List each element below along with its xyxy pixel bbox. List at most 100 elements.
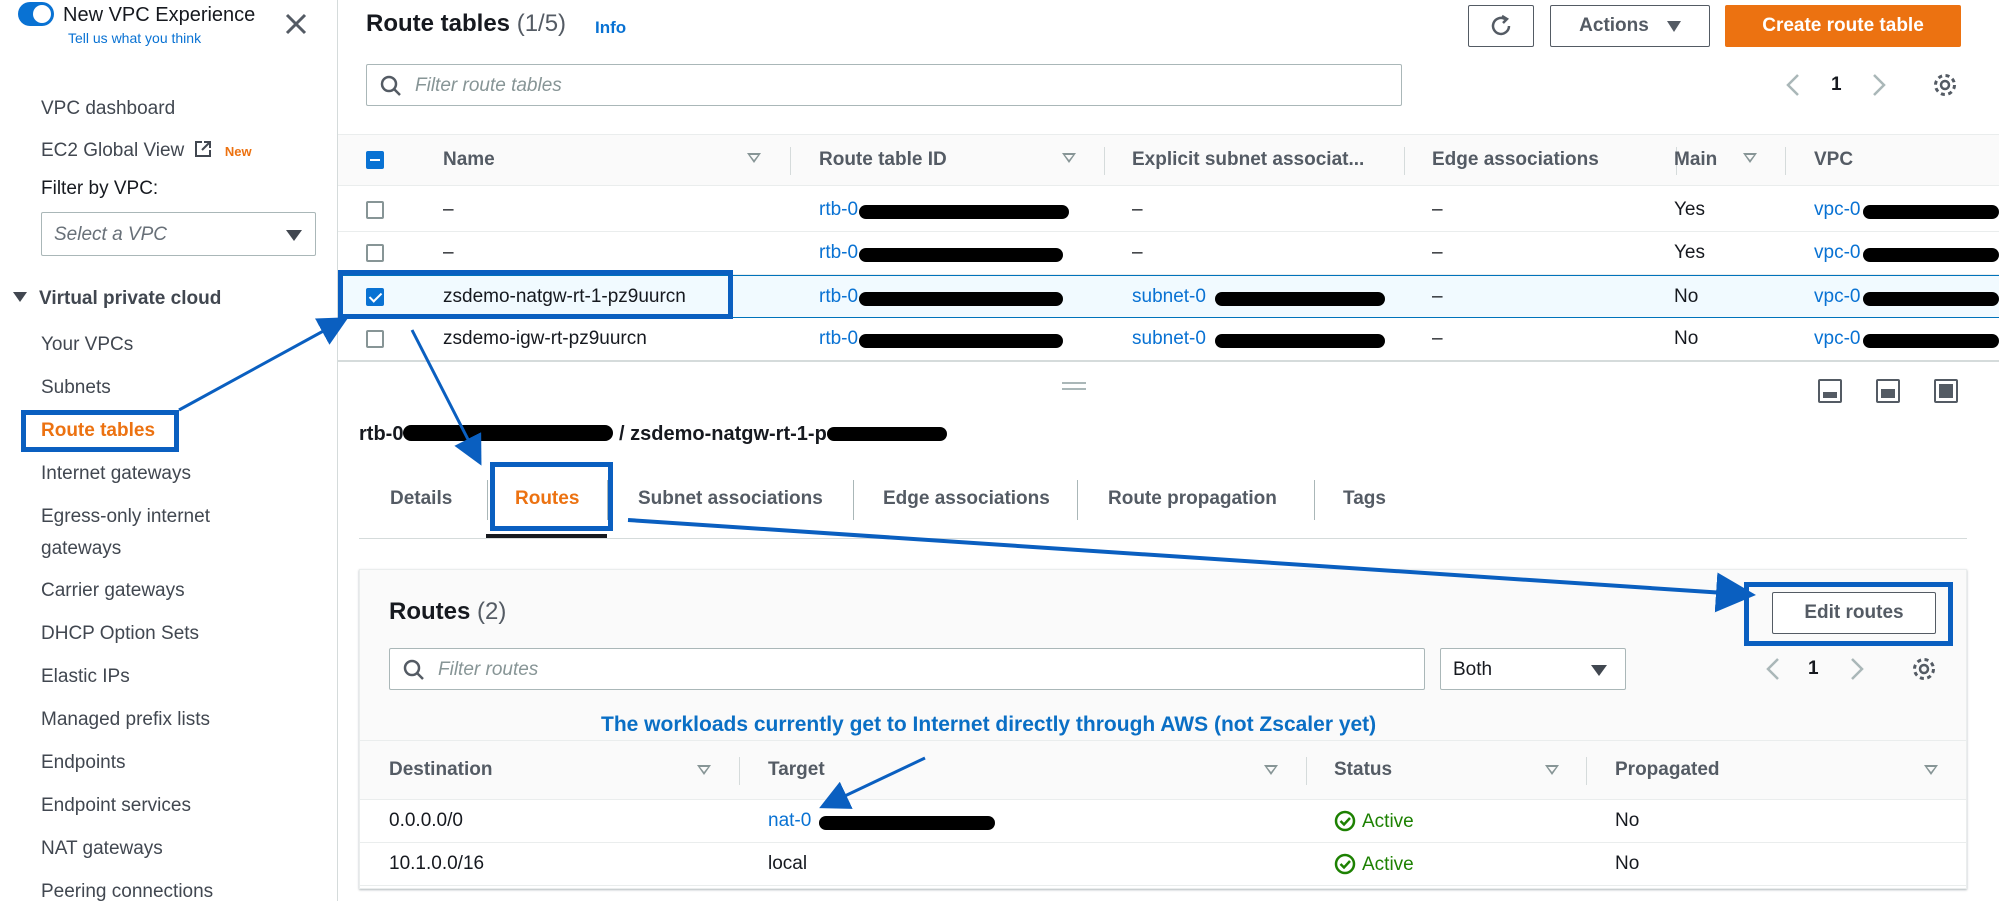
tab-divider: [1077, 480, 1078, 520]
row-route-table-id[interactable]: rtb-0: [819, 242, 858, 264]
route-tables-search-input[interactable]: Filter route tables: [366, 64, 1402, 106]
col-destination[interactable]: Destination: [389, 759, 492, 781]
nav-subnets[interactable]: Subnets: [41, 377, 111, 399]
nav-nat-gateways[interactable]: NAT gateways: [41, 838, 163, 860]
col-vpc[interactable]: VPC: [1814, 149, 1853, 171]
col-name[interactable]: Name: [443, 149, 495, 171]
nav-managed-prefix-lists[interactable]: Managed prefix lists: [41, 709, 210, 731]
toggle-knob: [33, 5, 51, 23]
sort-icon[interactable]: [1924, 765, 1938, 775]
selection-count: (1/5): [516, 10, 567, 37]
tab-details[interactable]: Details: [390, 488, 452, 510]
table-row[interactable]: – rtb-0 – – Yes vpc-0: [338, 232, 1999, 275]
nav-peering-connections[interactable]: Peering connections: [41, 881, 213, 901]
nav-your-vpcs[interactable]: Your VPCs: [41, 334, 133, 356]
col-target[interactable]: Target: [768, 759, 825, 781]
nav-egress-only-internet-gateways[interactable]: Egress-only internet gateways: [41, 501, 281, 565]
detail-title: rtb-0 / zsdemo-natgw-rt-1-p: [359, 423, 947, 446]
vpc-select[interactable]: Select a VPC: [41, 212, 316, 256]
active-tab-indicator: [486, 534, 607, 538]
column-divider[interactable]: [1785, 147, 1786, 175]
row-subnet[interactable]: subnet-0: [1132, 286, 1206, 308]
row-checkbox[interactable]: [366, 244, 384, 262]
settings-gear-icon[interactable]: [1932, 72, 1958, 98]
routes-search-input[interactable]: Filter routes: [389, 648, 1425, 690]
column-divider[interactable]: [739, 757, 740, 785]
row-vpc[interactable]: vpc-0: [1814, 199, 1860, 221]
column-divider[interactable]: [1104, 147, 1105, 175]
row-vpc[interactable]: vpc-0: [1814, 286, 1860, 308]
new-experience-toggle[interactable]: [18, 2, 54, 26]
drag-handle-icon[interactable]: [1062, 382, 1086, 390]
nav-vpc-dashboard[interactable]: VPC dashboard: [41, 98, 175, 120]
chevron-right-icon[interactable]: [1871, 73, 1887, 97]
row-route-table-id[interactable]: rtb-0: [819, 286, 858, 308]
row-subnet: –: [1132, 242, 1143, 263]
row-checkbox[interactable]: [366, 201, 384, 219]
row-vpc[interactable]: vpc-0: [1814, 242, 1860, 264]
detail-title-id: rtb-0: [359, 423, 404, 445]
sort-icon[interactable]: [697, 765, 711, 775]
chevron-left-icon[interactable]: [1765, 657, 1781, 681]
route-row[interactable]: 10.1.0.0/16 local Active No: [360, 843, 1966, 886]
col-edge-associations[interactable]: Edge associations: [1432, 149, 1599, 171]
page-number[interactable]: 1: [1831, 74, 1842, 96]
tab-subnet-associations[interactable]: Subnet associations: [638, 488, 823, 510]
nav-internet-gateways[interactable]: Internet gateways: [41, 463, 191, 485]
nav-dhcp-option-sets[interactable]: DHCP Option Sets: [41, 623, 199, 645]
table-row[interactable]: zsdemo-igw-rt-pz9uurcn rtb-0 subnet-0 – …: [338, 318, 1999, 361]
create-route-table-button[interactable]: Create route table: [1725, 5, 1961, 47]
close-icon[interactable]: [282, 10, 310, 38]
section-virtual-private-cloud[interactable]: Virtual private cloud: [13, 288, 221, 310]
nav-endpoint-services[interactable]: Endpoint services: [41, 795, 191, 817]
route-filter-select[interactable]: Both: [1440, 648, 1626, 690]
split-bottom-icon[interactable]: [1818, 379, 1842, 403]
sort-icon[interactable]: [1264, 765, 1278, 775]
redaction-mark: [819, 816, 995, 830]
nav-elastic-ips[interactable]: Elastic IPs: [41, 666, 130, 688]
tab-route-propagation[interactable]: Route propagation: [1108, 488, 1277, 510]
page-number[interactable]: 1: [1808, 658, 1819, 680]
split-full-icon[interactable]: [1934, 379, 1958, 403]
collapse-icon: [13, 292, 27, 302]
nav-carrier-gateways[interactable]: Carrier gateways: [41, 580, 185, 602]
row-route-table-id[interactable]: rtb-0: [819, 199, 858, 221]
table-row[interactable]: – rtb-0 – – Yes vpc-0: [338, 189, 1999, 232]
refresh-button[interactable]: [1468, 5, 1534, 47]
col-explicit-subnet[interactable]: Explicit subnet associat...: [1132, 149, 1364, 171]
tab-edge-associations[interactable]: Edge associations: [883, 488, 1050, 510]
sort-icon[interactable]: [747, 153, 761, 163]
row-checkbox[interactable]: [366, 330, 384, 348]
row-route-table-id[interactable]: rtb-0: [819, 328, 858, 350]
sort-icon[interactable]: [1062, 153, 1076, 163]
split-side-icon[interactable]: [1876, 379, 1900, 403]
nav-endpoints[interactable]: Endpoints: [41, 752, 126, 774]
nav-ec2-global-view[interactable]: EC2 Global View New: [41, 140, 252, 162]
row-subnet[interactable]: subnet-0: [1132, 328, 1206, 350]
row-main: Yes: [1674, 242, 1705, 263]
row-vpc[interactable]: vpc-0: [1814, 328, 1860, 350]
col-route-table-id[interactable]: Route table ID: [819, 149, 947, 171]
select-all-checkbox[interactable]: [366, 151, 384, 169]
tab-tags[interactable]: Tags: [1343, 488, 1386, 510]
column-divider[interactable]: [1306, 757, 1307, 785]
redaction-mark: [826, 427, 947, 441]
col-status[interactable]: Status: [1334, 759, 1392, 781]
column-divider[interactable]: [1586, 757, 1587, 785]
col-propagated[interactable]: Propagated: [1615, 759, 1720, 781]
info-link[interactable]: Info: [595, 18, 626, 38]
settings-gear-icon[interactable]: [1911, 656, 1937, 682]
column-divider[interactable]: [790, 147, 791, 175]
sort-icon[interactable]: [1743, 153, 1757, 163]
actions-button[interactable]: Actions: [1550, 5, 1710, 47]
column-divider[interactable]: [1404, 147, 1405, 175]
col-main[interactable]: Main: [1674, 149, 1717, 171]
feedback-link[interactable]: Tell us what you think: [68, 30, 201, 46]
chevron-right-icon[interactable]: [1849, 657, 1865, 681]
route-target[interactable]: nat-0: [768, 810, 811, 832]
sort-icon[interactable]: [1545, 765, 1559, 775]
route-row[interactable]: 0.0.0.0/0 nat-0 Active No: [360, 800, 1966, 843]
chevron-left-icon[interactable]: [1785, 73, 1801, 97]
page-title-text: Route tables: [366, 10, 511, 37]
split-pane-divider[interactable]: [338, 360, 1999, 362]
